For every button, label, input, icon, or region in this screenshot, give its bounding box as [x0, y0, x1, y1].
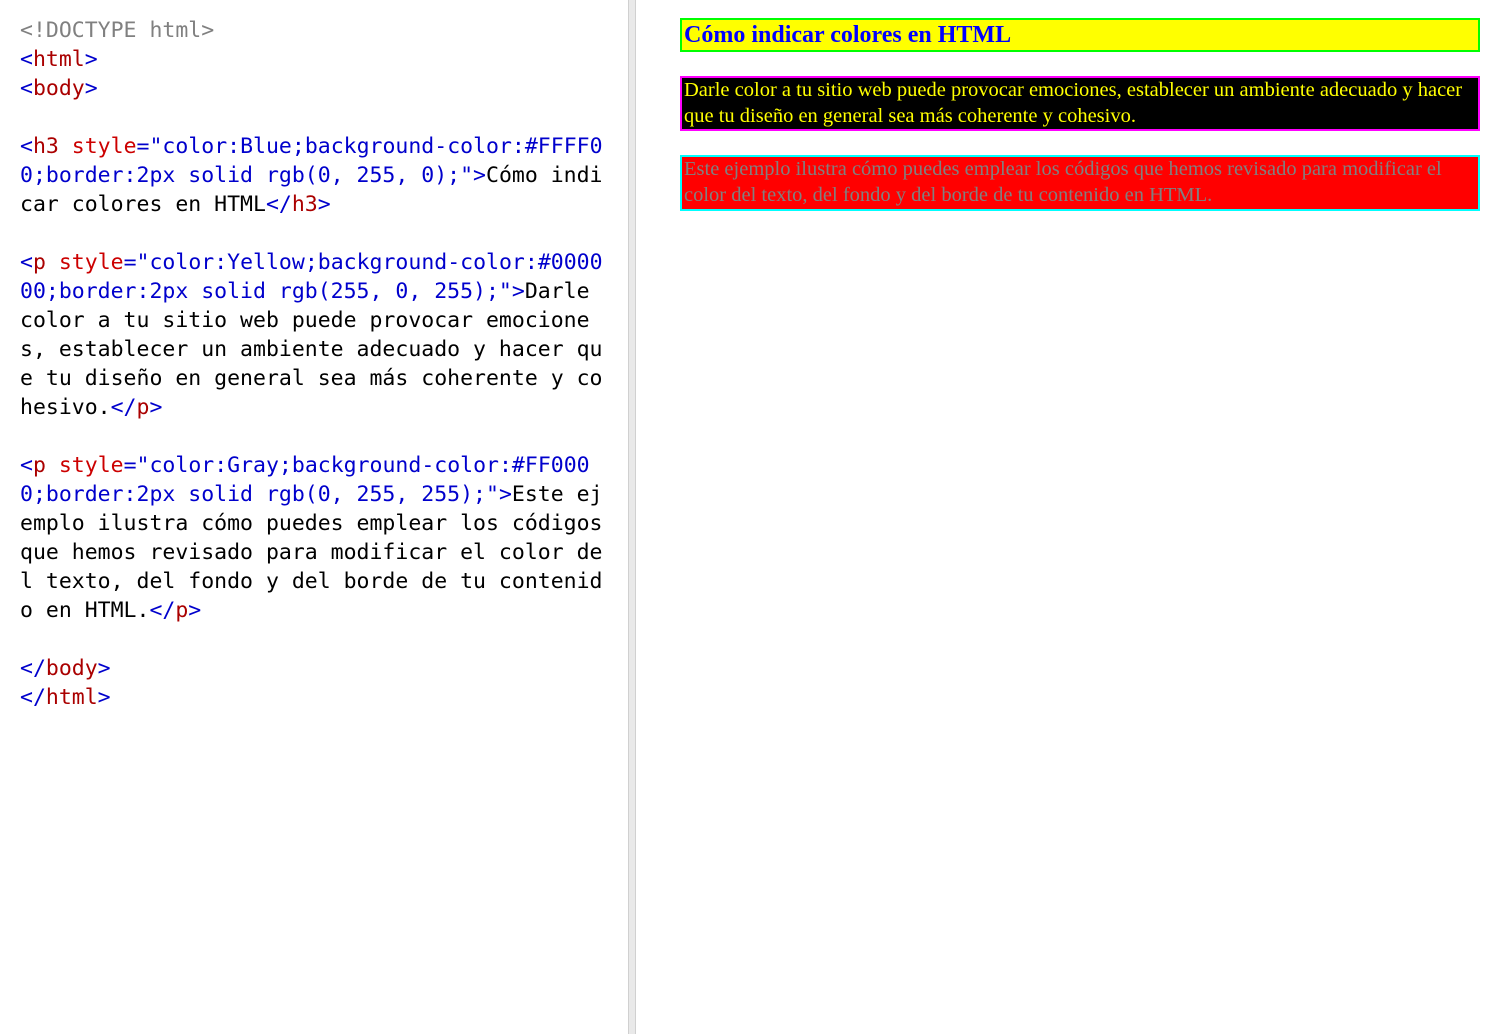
- code-token-angle: <: [20, 250, 33, 275]
- code-token-punct: =: [124, 250, 137, 275]
- code-editor-pane[interactable]: <!DOCTYPE html> <html> <body> <h3 style=…: [0, 0, 628, 1034]
- code-token-angle: >: [149, 395, 162, 420]
- code-token-angle: >: [98, 685, 111, 710]
- code-token-doctype: <!DOCTYPE html>: [20, 18, 214, 43]
- code-token-tag: html: [33, 47, 85, 72]
- code-token-angle: </: [149, 598, 175, 623]
- code-token-tag: p: [33, 453, 46, 478]
- code-token-attr: style: [59, 453, 124, 478]
- code-token-angle: >: [512, 279, 525, 304]
- code-token-attr: style: [72, 134, 137, 159]
- code-token-space: [46, 453, 59, 478]
- code-token-angle: </: [20, 685, 46, 710]
- code-token-tag: body: [33, 76, 85, 101]
- preview-heading: Cómo indicar colores en HTML: [680, 18, 1480, 52]
- code-token-angle: >: [98, 656, 111, 681]
- preview-paragraph-1: Darle color a tu sitio web puede provoca…: [680, 76, 1480, 131]
- pane-divider[interactable]: [628, 0, 636, 1034]
- code-token-angle: >: [318, 192, 331, 217]
- code-token-angle: >: [499, 482, 512, 507]
- code-token-tag: h3: [33, 134, 59, 159]
- code-token-punct: =: [124, 453, 137, 478]
- code-token-angle: </: [266, 192, 292, 217]
- preview-paragraph-2: Este ejemplo ilustra cómo puedes emplear…: [680, 155, 1480, 210]
- code-token-angle: >: [473, 163, 486, 188]
- code-token-tag: p: [137, 395, 150, 420]
- code-token-angle: </: [20, 656, 46, 681]
- code-token-angle: </: [111, 395, 137, 420]
- code-token-angle: >: [85, 76, 98, 101]
- code-token-punct: =: [137, 134, 150, 159]
- code-token-angle: <: [20, 134, 33, 159]
- code-token-angle: <: [20, 453, 33, 478]
- code-token-tag: h3: [292, 192, 318, 217]
- preview-pane: Cómo indicar colores en HTML Darle color…: [636, 0, 1500, 1034]
- code-token-tag: html: [46, 685, 98, 710]
- code-token-space: [59, 134, 72, 159]
- code-token-angle: <: [20, 47, 33, 72]
- code-token-space: [46, 250, 59, 275]
- code-token-angle: <: [20, 76, 33, 101]
- code-token-tag: p: [33, 250, 46, 275]
- code-token-angle: >: [85, 47, 98, 72]
- code-token-tag: p: [175, 598, 188, 623]
- code-token-attr: style: [59, 250, 124, 275]
- code-token-angle: >: [188, 598, 201, 623]
- code-token-tag: body: [46, 656, 98, 681]
